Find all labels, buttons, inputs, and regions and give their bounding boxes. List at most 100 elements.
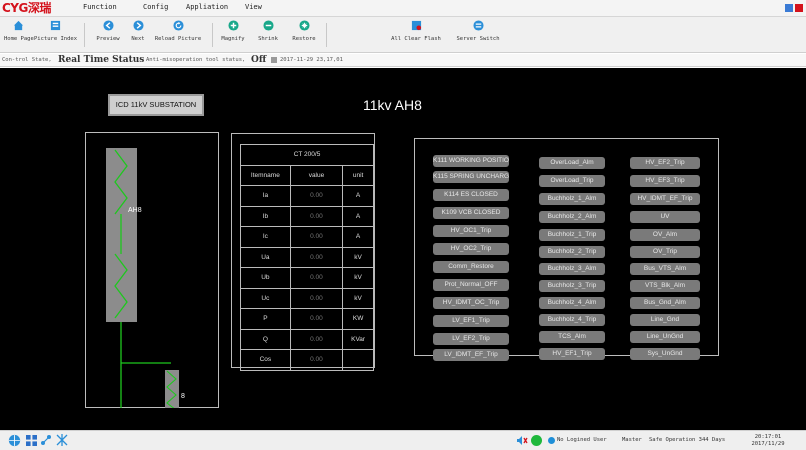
previous-icon xyxy=(102,20,114,31)
alarm-indicator[interactable]: Prot_Normal_OFF xyxy=(433,279,509,291)
alarm-indicator[interactable]: HV_OC2_Trip xyxy=(433,243,509,255)
table-header-row: Itemname value unit xyxy=(240,164,374,186)
menu-function[interactable]: Function xyxy=(83,3,117,11)
clear-flash-icon xyxy=(411,20,421,31)
alarm-indicator[interactable]: Buchholz_1_Alm xyxy=(539,193,605,205)
item-value: 0.00 xyxy=(289,308,344,330)
table-row: Uc 0.00 kV xyxy=(240,287,374,309)
alarm-indicator[interactable]: HV_OC1_Trip xyxy=(433,225,509,237)
alarm-indicator[interactable]: K109 VCB CLOSED xyxy=(433,207,509,219)
table-caption: CT 200/5 xyxy=(240,144,374,166)
close-icon[interactable] xyxy=(795,4,803,12)
alarm-indicator[interactable]: K111 WORKING POSITION xyxy=(433,155,509,167)
table-row: Ub 0.00 kV xyxy=(240,267,374,289)
window-controls xyxy=(785,4,803,13)
alarm-indicator[interactable]: TCS_Alm xyxy=(539,331,605,343)
item-unit: A xyxy=(342,185,374,207)
item-unit: kV xyxy=(342,267,374,289)
menu-config[interactable]: Config xyxy=(143,3,168,11)
server-switch-button[interactable]: Server Switch xyxy=(452,20,504,52)
user-icon xyxy=(548,437,555,444)
alarm-indicator[interactable]: OV_Trip xyxy=(630,246,700,258)
alarm-indicator[interactable]: UV xyxy=(630,211,700,223)
tools-icon[interactable] xyxy=(56,434,68,446)
alarm-indicator[interactable]: Buchholz_2_Trip xyxy=(539,246,605,258)
item-name: Ic xyxy=(240,226,291,248)
next-button[interactable]: Next xyxy=(127,20,149,52)
main-display: ICD 11kV SUBSTATION 11kv AH8 AH8 8 CT 20… xyxy=(0,68,806,430)
table-row: Ia 0.00 A xyxy=(240,185,374,207)
grid-icon[interactable] xyxy=(26,435,37,446)
item-unit: A xyxy=(342,205,374,227)
alarm-indicator[interactable]: HV_IDMT_EF_Trip xyxy=(630,193,700,205)
alarm-indicator[interactable]: HV_EF2_Trip xyxy=(630,157,700,169)
alarm-indicator[interactable]: LV_IDMT_EF_Trip xyxy=(433,349,509,361)
login-user-text: No Logined User xyxy=(557,437,607,443)
status-line: Con-trol State, Real Time Status Anti-mi… xyxy=(0,54,806,67)
alarm-indicator[interactable]: OV_Alm xyxy=(630,229,700,241)
alarm-indicator[interactable]: OverLoad_Alm xyxy=(539,157,605,169)
col-header-unit: unit xyxy=(342,164,374,186)
table-row: Cos 0.00 xyxy=(240,349,374,371)
alarm-indicator[interactable]: Buchholz_3_Alm xyxy=(539,263,605,275)
alarm-indicator[interactable]: Bus_VTS_Alm xyxy=(630,263,700,275)
alarm-indicator[interactable]: Line_UnGnd xyxy=(630,331,700,343)
alarm-indicator[interactable]: Line_Gnd xyxy=(630,314,700,326)
alarm-indicator[interactable]: K115 SPRING UNCHARGED xyxy=(433,171,509,183)
table-row: Ic 0.00 A xyxy=(240,226,374,248)
toolbar-separator xyxy=(212,23,213,47)
speaker-muted-icon[interactable] xyxy=(516,435,528,446)
alarm-indicator[interactable]: Comm_Restore xyxy=(433,261,509,273)
alarm-indicator[interactable]: Buchholz_2_Alm xyxy=(539,211,605,223)
alarm-panel: K111 WORKING POSITION K115 SPRING UNCHAR… xyxy=(414,138,719,361)
item-unit: KVar xyxy=(342,328,374,350)
menu-application[interactable]: Appliation xyxy=(186,3,228,11)
alarm-indicator[interactable]: HV_IDMT_OC_Trip xyxy=(433,297,509,309)
col-header-value: value xyxy=(289,164,344,186)
clock-date: 2017/11/29 xyxy=(751,441,785,447)
magnify-button[interactable]: Magnify xyxy=(218,20,248,52)
app-logo: CYG深瑞 xyxy=(2,1,51,15)
connection-status-icon xyxy=(531,435,542,446)
item-unit xyxy=(342,349,374,371)
item-name: Cos xyxy=(240,349,291,371)
alarm-indicator[interactable]: VTS_Blk_Alm xyxy=(630,280,700,292)
shrink-button[interactable]: Shrink xyxy=(254,20,282,52)
item-unit: KW xyxy=(342,308,374,330)
network-icon[interactable] xyxy=(40,434,52,446)
reload-picture-button[interactable]: Reload Picture xyxy=(152,20,204,52)
anti-misoperation-value: Off xyxy=(251,55,267,65)
item-name: Ub xyxy=(240,267,291,289)
menu-view[interactable]: View xyxy=(245,3,262,11)
picture-index-icon xyxy=(50,20,60,31)
alarm-indicator[interactable]: Buchholz_4_Alm xyxy=(539,297,605,309)
picture-index-button[interactable]: Picture Index xyxy=(34,20,77,52)
restore-button[interactable]: Restore xyxy=(289,20,319,52)
alarm-indicator[interactable]: Bus_Gnd_Alm xyxy=(630,297,700,309)
status-datetime: 2017-11-29 23,17,01 xyxy=(280,57,343,63)
table-caption-row: CT 200/5 xyxy=(240,144,374,166)
alarm-indicator[interactable]: LV_EF2_Trip xyxy=(433,333,509,345)
globe-icon[interactable] xyxy=(8,434,21,447)
toolbar-separator xyxy=(326,23,327,47)
alarm-indicator[interactable]: K114 ES CLOSED xyxy=(433,189,509,201)
alarm-indicator[interactable]: Buchholz_4_Trip xyxy=(539,314,605,326)
item-value: 0.00 xyxy=(289,267,344,289)
all-clear-flash-button[interactable]: All Clear Flash xyxy=(388,20,444,52)
safe-operation-text: Safe Operation 344 Days xyxy=(649,437,726,443)
preview-button[interactable]: Preview xyxy=(94,20,122,52)
alarm-indicator[interactable]: Buchholz_1_Trip xyxy=(539,229,605,241)
magnify-icon xyxy=(227,20,239,31)
minimize-icon[interactable] xyxy=(785,4,793,12)
alarm-indicator[interactable]: HV_EF3_Trip xyxy=(630,175,700,187)
alarm-indicator[interactable]: LV_EF1_Trip xyxy=(433,315,509,327)
alarm-indicator[interactable]: Buchholz_3_Trip xyxy=(539,280,605,292)
alarm-indicator[interactable]: HV_EF1_Trip xyxy=(539,348,605,360)
alarm-indicator[interactable]: Sys_UnGnd xyxy=(630,348,700,360)
table-row: Ua 0.00 kV xyxy=(240,246,374,268)
substation-button[interactable]: ICD 11kV SUBSTATION xyxy=(108,94,204,116)
home-page-button[interactable]: Home Page xyxy=(4,20,34,52)
col-header-itemname: Itemname xyxy=(240,164,291,186)
alarm-indicator[interactable]: OverLoad_Trip xyxy=(539,175,605,187)
item-unit: A xyxy=(342,226,374,248)
